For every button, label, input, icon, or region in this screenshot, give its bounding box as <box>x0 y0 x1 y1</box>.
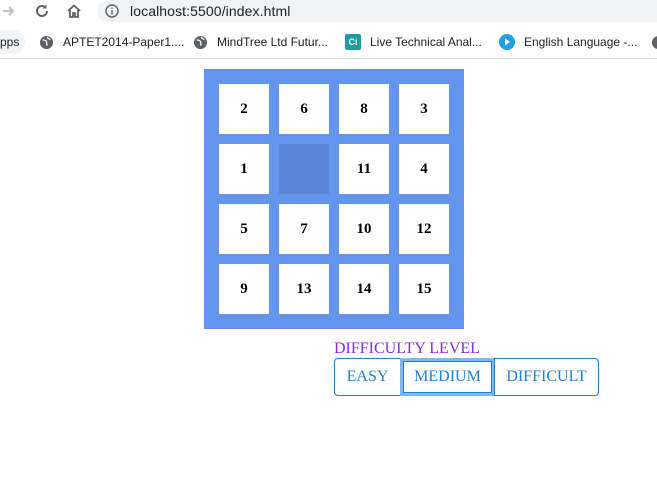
puzzle-tile[interactable]: 6 <box>279 84 329 134</box>
puzzle-tile[interactable]: 2 <box>219 84 269 134</box>
puzzle-tile[interactable]: 14 <box>339 264 389 314</box>
medium-button[interactable]: MEDIUM <box>400 358 495 396</box>
puzzle-tile[interactable]: 5 <box>219 204 269 254</box>
puzzle-tile[interactable]: 12 <box>399 204 449 254</box>
reload-icon[interactable] <box>31 0 53 22</box>
bookmarks-bar: pps APTET2014-Paper1.... MindTree Ltd Fu… <box>0 26 657 59</box>
globe-icon <box>650 34 657 50</box>
globe-icon <box>192 34 208 50</box>
ci-icon: Ci <box>345 34 361 50</box>
address-bar[interactable]: localhost:5500/index.html <box>97 0 657 22</box>
play-icon <box>499 34 515 50</box>
forward-arrow-icon[interactable] <box>0 0 20 22</box>
difficulty-button-group: EASY MEDIUM DIFFICULT <box>334 358 599 396</box>
info-icon[interactable] <box>105 4 119 18</box>
puzzle-tile[interactable]: 1 <box>219 144 269 194</box>
puzzle-board: 2 6 8 3 1 11 4 5 7 10 12 9 13 14 15 <box>204 69 464 329</box>
bookmark-overflow-globe[interactable] <box>650 33 657 51</box>
browser-toolbar: localhost:5500/index.html <box>0 0 657 24</box>
bookmark-label: MindTree Ltd Futur... <box>217 35 328 49</box>
bookmark-live-technical[interactable]: Ci Live Technical Anal... <box>345 33 482 51</box>
bookmark-mindtree[interactable]: MindTree Ltd Futur... <box>192 33 328 51</box>
home-icon[interactable] <box>63 0 85 22</box>
puzzle-tile[interactable]: 13 <box>279 264 329 314</box>
bookmark-label: English Language -... <box>524 35 638 49</box>
puzzle-tile[interactable]: 9 <box>219 264 269 314</box>
empty-tile[interactable] <box>279 144 329 194</box>
puzzle-tile[interactable]: 3 <box>399 84 449 134</box>
puzzle-tile[interactable]: 8 <box>339 84 389 134</box>
puzzle-tile[interactable]: 10 <box>339 204 389 254</box>
bookmark-aptet[interactable]: APTET2014-Paper1.... <box>38 33 184 51</box>
easy-button[interactable]: EASY <box>334 358 401 396</box>
puzzle-tile[interactable]: 4 <box>399 144 449 194</box>
bookmark-label: Live Technical Anal... <box>370 35 482 49</box>
puzzle-tile[interactable]: 11 <box>339 144 389 194</box>
bookmark-english-language[interactable]: English Language -... <box>499 33 637 51</box>
bookmark-apps[interactable]: pps <box>0 30 26 54</box>
url-text[interactable]: localhost:5500/index.html <box>130 3 291 19</box>
globe-icon <box>38 34 54 50</box>
puzzle-tile[interactable]: 15 <box>399 264 449 314</box>
difficulty-title: DIFFICULTY LEVEL <box>334 340 480 357</box>
bookmark-label: pps <box>0 35 20 49</box>
puzzle-tile[interactable]: 7 <box>279 204 329 254</box>
bookmark-label: APTET2014-Paper1.... <box>63 35 185 49</box>
difficult-button[interactable]: DIFFICULT <box>494 358 599 396</box>
